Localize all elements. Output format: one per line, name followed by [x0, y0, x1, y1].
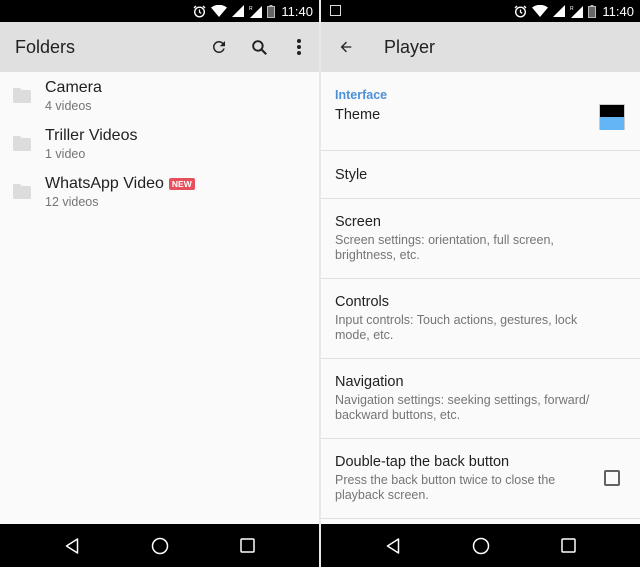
recents-icon — [240, 538, 255, 553]
nav-home-button[interactable] — [437, 524, 525, 567]
pref-screen[interactable]: Screen Screen settings: orientation, ful… — [321, 199, 640, 279]
nav-back-button[interactable] — [349, 524, 437, 567]
pref-summary: Press the back button twice to close the… — [335, 473, 556, 502]
nav-back-button[interactable] — [28, 524, 116, 567]
pref-title: Double-tap the back button — [335, 454, 510, 470]
folder-name: Triller Videos — [45, 127, 138, 144]
status-bar: R 11:40 — [321, 0, 640, 22]
back-icon — [386, 537, 399, 554]
back-button[interactable] — [326, 27, 366, 67]
pref-title: Controls — [335, 294, 389, 310]
pref-summary: Input controls: Touch actions, gestures,… — [335, 313, 578, 342]
folder-icon — [13, 136, 31, 151]
roaming-signal-icon: R — [570, 0, 584, 22]
status-time: 11:40 — [281, 3, 313, 19]
folder-name: Camera — [45, 79, 102, 96]
image-icon — [330, 5, 341, 16]
folder-item-whatsapp-video[interactable]: WhatsApp Video NEW 12 videos — [0, 168, 319, 216]
wifi-icon — [211, 0, 228, 22]
svg-text:R: R — [570, 6, 574, 12]
pref-title: Navigation — [335, 374, 404, 390]
settings-list: Interface Theme Style Screen Screen sett… — [321, 72, 640, 524]
pref-style[interactable]: Style — [321, 151, 640, 199]
new-badge: NEW — [168, 178, 195, 190]
pref-summary: Navigation settings: seeking settings, f… — [335, 393, 590, 422]
signal-icon — [553, 0, 566, 22]
more-options-button[interactable] — [279, 27, 319, 67]
system-nav-bar — [321, 524, 640, 567]
folder-item-triller-videos[interactable]: Triller Videos 1 video — [0, 120, 319, 168]
app-bar: Player — [321, 22, 640, 72]
wifi-icon — [532, 0, 549, 22]
recents-icon — [561, 538, 576, 553]
back-icon — [65, 537, 78, 554]
page-title: Folders — [15, 36, 76, 57]
refresh-button[interactable] — [199, 27, 239, 67]
pref-double-tap-back[interactable]: Double-tap the back button Press the bac… — [321, 439, 640, 519]
system-nav-bar — [0, 524, 319, 567]
swatch-primary — [600, 105, 624, 117]
home-icon — [151, 537, 168, 554]
roaming-signal-icon: R — [249, 0, 263, 22]
app-bar: Folders — [0, 22, 319, 72]
svg-text:R: R — [249, 6, 253, 12]
folder-count: 1 video — [45, 147, 86, 161]
folder-item-camera[interactable]: Camera 4 videos — [0, 72, 319, 120]
status-time: 11:40 — [602, 3, 634, 19]
folder-name: WhatsApp Video — [45, 175, 164, 192]
more-vert-icon — [297, 39, 301, 55]
pref-controls[interactable]: Controls Input controls: Touch actions, … — [321, 279, 640, 359]
signal-icon — [232, 0, 245, 22]
battery-icon — [267, 0, 276, 22]
player-settings-screen: R 11:40 Player Interface Theme Style Scr… — [321, 0, 640, 567]
folder-count: 12 videos — [45, 195, 99, 209]
search-button[interactable] — [239, 27, 279, 67]
pref-summary: Screen settings: orientation, full scree… — [335, 233, 554, 262]
folder-name-row: WhatsApp Video NEW — [45, 175, 195, 193]
home-icon — [472, 537, 489, 554]
nav-recents-button[interactable] — [525, 524, 613, 567]
nav-home-button[interactable] — [116, 524, 204, 567]
status-bar: R 11:40 — [0, 0, 319, 22]
swatch-accent — [600, 117, 624, 130]
pref-theme[interactable]: Theme — [321, 104, 640, 151]
page-title: Player — [384, 36, 436, 57]
search-icon — [251, 39, 267, 55]
alarm-icon — [193, 0, 206, 22]
refresh-icon — [212, 40, 225, 53]
alarm-icon — [514, 0, 527, 22]
theme-swatch — [599, 104, 625, 130]
folder-icon — [13, 88, 31, 103]
pref-title: Style — [335, 167, 368, 183]
folder-icon — [13, 184, 31, 199]
pref-navigation[interactable]: Navigation Navigation settings: seeking … — [321, 359, 640, 439]
folder-count: 4 videos — [45, 99, 92, 113]
folders-screen: R 11:40 Folders Camera 4 videos Triller … — [0, 0, 319, 567]
arrow-back-icon — [340, 41, 352, 53]
battery-icon — [588, 0, 597, 22]
nav-recents-button[interactable] — [204, 524, 292, 567]
double-tap-checkbox[interactable] — [604, 470, 620, 486]
section-header-interface: Interface — [335, 88, 388, 102]
pref-title: Screen — [335, 214, 381, 230]
pref-title: Theme — [335, 107, 381, 123]
folder-list: Camera 4 videos Triller Videos 1 video W… — [0, 72, 319, 524]
